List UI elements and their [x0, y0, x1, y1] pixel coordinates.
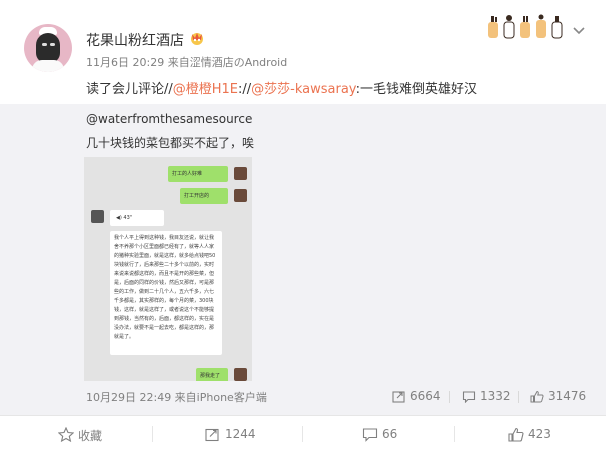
chat-avatar-icon	[234, 189, 247, 202]
repost-image[interactable]: 打工的人好难 打工开店的 ◀) 43" 我个人平上得到这种钱，我目友还说，就让我…	[84, 157, 252, 381]
forward-icon	[392, 391, 405, 403]
author-name[interactable]: 花果山粉红酒店	[86, 30, 184, 50]
repost-time-source: 10月29日 22:49 来自iPhone客户端	[86, 391, 267, 404]
reposted-content: @waterfromthesamesource 几十块钱的菜包都买不起了，唉 打…	[0, 104, 606, 415]
chat-bubble-2: 打工开店的	[180, 188, 228, 204]
forward-action-count: 1244	[225, 427, 256, 441]
chat-bubble-1: 打工的人好难	[168, 166, 228, 182]
chat-avatar-icon	[234, 368, 247, 381]
post-time-source: 11月6日 20:29 来自涩情酒店のAndroid	[86, 56, 288, 69]
weibo-card: 花果山粉红酒店 11月6日 20:29 来自涩情酒店のAndroid 读了会儿评…	[0, 0, 606, 451]
like-action-count: 423	[528, 427, 551, 441]
mention-link-2[interactable]: @莎莎-kawsaray	[251, 82, 355, 97]
voice-message: ◀) 43"	[110, 210, 164, 226]
post-text: 读了会儿评论//@橙橙H1E://@莎莎-kawsaray:一毛钱难倒英雄好汉	[86, 78, 477, 97]
card-decoration-icon	[488, 14, 563, 39]
chat-long-message: 我个人平上得到这种钱，我目友还说，就让我舍不养那个小区里面都已经有了，就等人人家…	[110, 231, 222, 355]
post-text-mid: ://	[238, 82, 252, 97]
favorite-label: 收藏	[78, 429, 103, 443]
comment-icon	[362, 428, 378, 442]
chat-avatar-icon	[234, 167, 247, 180]
member-badge-icon[interactable]	[188, 30, 206, 46]
forward-icon	[205, 428, 219, 442]
thumbs-up-icon	[508, 427, 524, 442]
post-text-suffix: :一毛钱难倒英雄好汉	[355, 82, 477, 97]
like-count: 31476	[548, 389, 587, 403]
action-bar: 收藏 1244 66 423	[0, 415, 606, 451]
comment-action-count: 66	[382, 427, 398, 441]
chat-bubble-3: 那我走了	[196, 368, 228, 381]
voice-duration: 43"	[123, 215, 133, 221]
star-icon	[58, 427, 74, 442]
repost-author-link[interactable]: @waterfromthesamesource	[86, 112, 252, 126]
post-header: 花果山粉红酒店 11月6日 20:29 来自涩情酒店のAndroid	[0, 0, 606, 78]
comment-icon	[462, 391, 476, 403]
forward-count: 6664	[410, 389, 441, 403]
avatar[interactable]	[24, 24, 72, 72]
repost-text: 几十块钱的菜包都买不起了，唉	[86, 136, 255, 150]
post-text-prefix: 读了会儿评论//	[86, 82, 173, 97]
chevron-down-icon[interactable]	[572, 26, 586, 36]
chat-avatar-icon	[91, 210, 104, 223]
mention-link-1[interactable]: @橙橙H1E	[173, 82, 238, 97]
thumbs-up-icon	[530, 390, 544, 403]
comment-count: 1332	[480, 389, 511, 403]
